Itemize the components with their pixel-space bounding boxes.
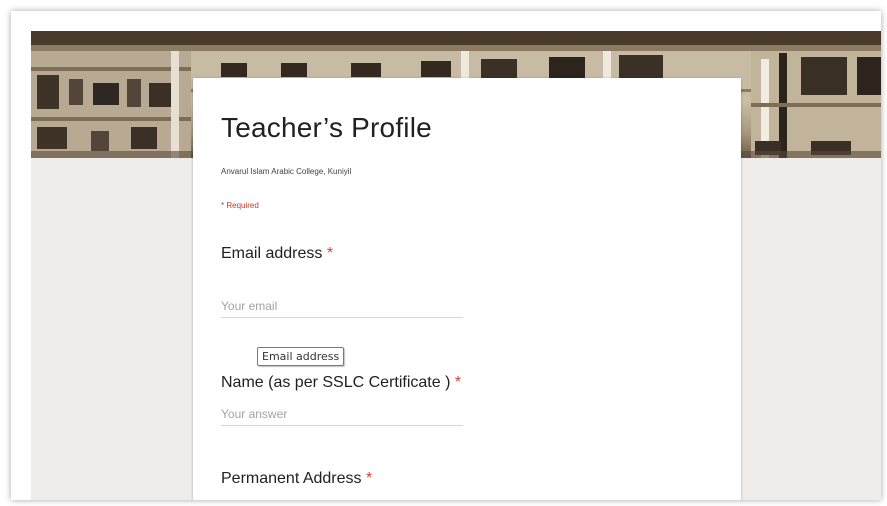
screenshot-frame: Teacher’s Profile Anvarul Islam Arabic C… [11, 11, 881, 500]
email-input[interactable] [221, 295, 463, 318]
required-asterisk: * [326, 245, 334, 262]
email-tooltip: Email address [257, 347, 345, 366]
name-input[interactable] [221, 403, 463, 426]
required-asterisk: * [454, 374, 462, 391]
form-title: Teacher’s Profile [221, 112, 432, 143]
required-note: * Required [221, 201, 259, 210]
question-label-text: Permanent Address [221, 470, 362, 487]
form-page: Teacher’s Profile Anvarul Islam Arabic C… [31, 31, 881, 500]
form-description: Anvarul Islam Arabic College, Kuniyil [221, 167, 352, 176]
question-label-text: Name (as per SSLC Certificate ) [221, 374, 451, 391]
question-label-permanent-address: Permanent Address * [221, 470, 372, 488]
question-label-name: Name (as per SSLC Certificate ) * [221, 374, 461, 392]
required-asterisk: * [365, 470, 373, 487]
form-card: Teacher’s Profile Anvarul Islam Arabic C… [193, 78, 741, 500]
question-label-email: Email address * [221, 245, 333, 263]
question-label-text: Email address [221, 245, 323, 262]
